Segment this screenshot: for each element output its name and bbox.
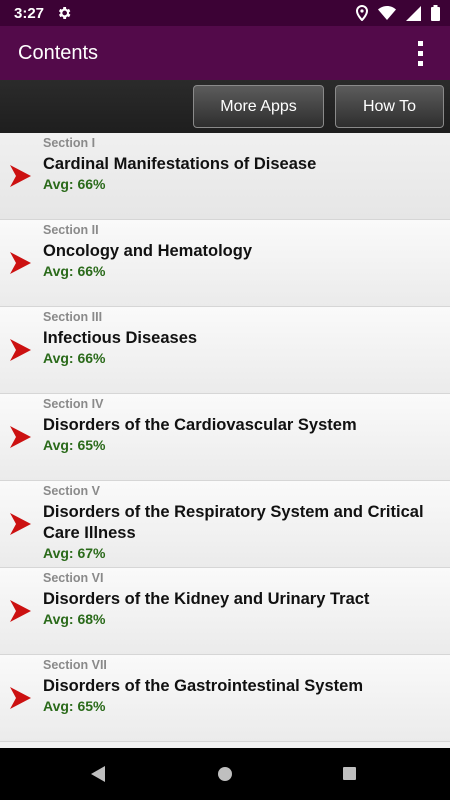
section-number: Section III	[43, 310, 103, 324]
gear-icon	[58, 7, 71, 19]
list-item[interactable]: Section III Infectious Diseases Avg: 66%	[0, 307, 450, 394]
section-title: Cardinal Manifestations of Disease	[43, 155, 317, 173]
average-score: Avg: 65%	[43, 698, 106, 714]
list-item[interactable]: Section II Oncology and Hematology Avg: 66…	[0, 220, 450, 307]
status-time: 3:27	[14, 4, 45, 22]
list-item[interactable]: Section VII Disorders of the Gastrointest…	[0, 655, 450, 742]
toolbar: More Apps How To	[0, 80, 450, 133]
list-item[interactable]: Section VI Disorders of the Kidney and Ur…	[0, 568, 450, 655]
section-title: Disorders of the Gastrointestinal System	[43, 677, 364, 695]
average-score: Avg: 68%	[43, 611, 106, 627]
list-item[interactable]: Section V Disorders of the Respiratory Sy…	[0, 481, 450, 568]
overflow-menu-icon[interactable]	[408, 33, 432, 73]
how-to-button[interactable]: How To	[335, 85, 444, 128]
section-title: Oncology and Hematology	[43, 242, 253, 260]
section-number: Section V	[43, 484, 100, 498]
section-title: Disorders of the Respiratory System and …	[43, 503, 424, 542]
section-title: Infectious Diseases	[43, 329, 198, 347]
list-item[interactable]: Section IV Disorders of the Cardiovascula…	[0, 394, 450, 481]
page-title: Contents	[18, 41, 99, 64]
section-number: Section VI	[43, 571, 104, 585]
chevron-right-icon	[10, 687, 31, 709]
chevron-right-icon	[10, 339, 31, 361]
chevron-right-icon	[10, 600, 31, 622]
chevron-right-icon	[10, 165, 31, 187]
section-number: Section VII	[43, 658, 107, 672]
location-icon	[356, 5, 368, 21]
home-icon[interactable]	[218, 767, 232, 781]
average-score: Avg: 66%	[43, 263, 106, 279]
chevron-right-icon	[10, 426, 31, 448]
back-icon[interactable]	[90, 766, 106, 782]
navigation-bar	[0, 748, 450, 800]
wifi-icon	[378, 5, 396, 20]
section-number: Section II	[43, 223, 99, 237]
recents-icon[interactable]	[343, 767, 356, 780]
average-score: Avg: 65%	[43, 437, 106, 453]
average-score: Avg: 66%	[43, 350, 106, 366]
chevron-right-icon	[10, 513, 31, 535]
section-number: Section I	[43, 136, 96, 150]
app-bar: Contents	[0, 26, 450, 80]
chevron-right-icon	[10, 252, 31, 274]
contents-list: Section I Cardinal Manifestations of Dise…	[0, 133, 450, 746]
signal-icon	[406, 5, 421, 21]
status-bar: 3:27	[0, 0, 450, 26]
battery-icon	[431, 5, 440, 21]
average-score: Avg: 66%	[43, 176, 106, 192]
section-title: Disorders of the Cardiovascular System	[43, 416, 357, 434]
list-item[interactable]: Section I Cardinal Manifestations of Dise…	[0, 133, 450, 220]
section-number: Section IV	[43, 397, 104, 411]
more-apps-button[interactable]: More Apps	[193, 85, 324, 128]
section-title: Disorders of the Kidney and Urinary Trac…	[43, 590, 370, 608]
average-score: Avg: 67%	[43, 545, 106, 561]
